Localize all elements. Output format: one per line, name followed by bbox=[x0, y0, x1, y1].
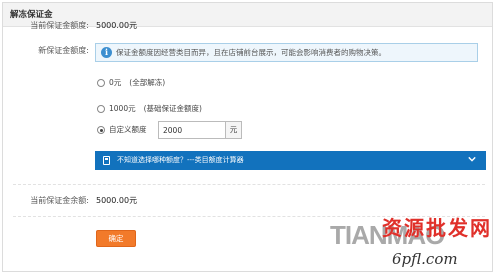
balance-value: 5000.00元 bbox=[96, 196, 138, 205]
option-zero-note: (全部解冻) bbox=[129, 78, 166, 87]
option-basic[interactable]: 1000元 (基础保证金额度) bbox=[97, 102, 202, 116]
option-zero-label: 0元 bbox=[109, 78, 122, 87]
radio-custom[interactable] bbox=[97, 126, 105, 134]
unit-label: 元 bbox=[226, 121, 242, 139]
option-basic-note: (基础保证金额度) bbox=[143, 104, 202, 113]
new-deposit-label: 新保证金额度: bbox=[38, 46, 89, 55]
balance-label: 当前保证金余额: bbox=[30, 196, 89, 205]
info-notice-text: 保证金额度因经营类目而异，且在店铺前台展示，可能会影响消费者的购物决策。 bbox=[116, 48, 386, 57]
divider bbox=[13, 216, 485, 217]
current-deposit-value: 5000.00元 bbox=[96, 21, 138, 30]
option-custom-label: 自定义额度 bbox=[109, 125, 147, 134]
info-notice: i 保证金额度因经营类目而异，且在店铺前台展示，可能会影响消费者的购物决策。 bbox=[95, 43, 478, 62]
option-custom[interactable]: 自定义额度 bbox=[97, 123, 147, 137]
option-zero[interactable]: 0元 (全部解冻) bbox=[97, 76, 165, 90]
current-deposit-label: 当前保证金额度: bbox=[30, 21, 89, 30]
chevron-down-icon[interactable] bbox=[468, 155, 476, 163]
calculator-icon bbox=[103, 156, 110, 165]
custom-amount-input[interactable] bbox=[158, 121, 226, 139]
calculator-text: 不知道选择哪种额度？---类目额度计算器 bbox=[117, 156, 244, 164]
deposit-panel: 解冻保证金 当前保证金额度: 5000.00元 新保证金额度: i 保证金额度因… bbox=[2, 2, 493, 272]
divider bbox=[13, 184, 485, 185]
info-icon: i bbox=[101, 47, 112, 58]
confirm-button[interactable]: 确定 bbox=[96, 230, 136, 247]
option-basic-label: 1000元 bbox=[109, 104, 136, 113]
radio-basic[interactable] bbox=[97, 105, 105, 113]
category-calculator-bar[interactable]: 不知道选择哪种额度？---类目额度计算器 bbox=[95, 151, 486, 170]
radio-zero[interactable] bbox=[97, 79, 105, 87]
